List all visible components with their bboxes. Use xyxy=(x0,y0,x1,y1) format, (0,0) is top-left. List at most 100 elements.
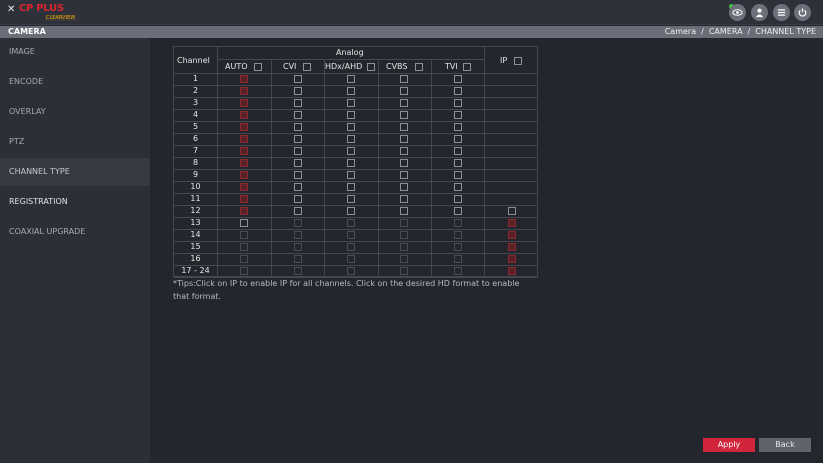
channel-checkbox[interactable] xyxy=(347,207,355,215)
table-hline xyxy=(174,145,537,146)
channel-checkbox[interactable] xyxy=(400,123,408,131)
channel-checkbox xyxy=(347,243,355,251)
channel-number: 11 xyxy=(190,194,201,203)
channel-checkbox[interactable] xyxy=(294,195,302,203)
channel-checkbox[interactable] xyxy=(347,147,355,155)
channel-checkbox[interactable] xyxy=(400,75,408,83)
channel-checkbox[interactable] xyxy=(347,87,355,95)
channel-checkbox[interactable] xyxy=(347,135,355,143)
channel-checkbox[interactable] xyxy=(454,123,462,131)
channel-checkbox[interactable] xyxy=(454,87,462,95)
channel-checkbox[interactable] xyxy=(240,135,248,143)
list-icon[interactable] xyxy=(773,4,790,21)
channel-checkbox[interactable] xyxy=(240,195,248,203)
channel-checkbox[interactable] xyxy=(294,147,302,155)
sidebar-item-encode[interactable]: ENCODE xyxy=(0,68,150,96)
channel-checkbox[interactable] xyxy=(454,111,462,119)
channel-checkbox[interactable] xyxy=(240,99,248,107)
channel-checkbox[interactable] xyxy=(347,99,355,107)
eye-icon[interactable] xyxy=(729,4,746,21)
channel-checkbox[interactable] xyxy=(294,159,302,167)
sidebar-item-coaxial-upgrade[interactable]: COAXIAL UPGRADE xyxy=(0,218,150,246)
channel-checkbox[interactable] xyxy=(240,75,248,83)
channel-checkbox xyxy=(347,267,355,275)
sidebar-item-channel-type[interactable]: CHANNEL TYPE xyxy=(0,158,150,186)
breadcrumb-item[interactable]: CAMERA xyxy=(709,27,743,36)
channel-checkbox[interactable] xyxy=(508,231,516,239)
channel-checkbox[interactable] xyxy=(454,135,462,143)
channel-number: 17 - 24 xyxy=(181,266,210,275)
channel-checkbox[interactable] xyxy=(240,207,248,215)
channel-checkbox[interactable] xyxy=(294,135,302,143)
channel-checkbox[interactable] xyxy=(240,183,248,191)
power-icon[interactable] xyxy=(794,4,811,21)
channel-checkbox[interactable] xyxy=(347,123,355,131)
channel-number: 8 xyxy=(192,158,199,167)
channel-checkbox[interactable] xyxy=(400,195,408,203)
channel-checkbox[interactable] xyxy=(454,207,462,215)
channel-checkbox[interactable] xyxy=(240,111,248,119)
channel-checkbox[interactable] xyxy=(508,255,516,263)
channel-checkbox[interactable] xyxy=(347,111,355,119)
channel-checkbox[interactable] xyxy=(240,219,248,227)
logo-mark: ✕ xyxy=(7,4,16,15)
apply-button[interactable]: Apply xyxy=(703,438,755,452)
cvbs-all-checkbox[interactable] xyxy=(415,63,423,71)
breadcrumb: Camera / CAMERA / CHANNEL TYPE xyxy=(665,26,816,38)
channel-number: 15 xyxy=(190,242,201,251)
channel-checkbox[interactable] xyxy=(508,243,516,251)
channel-checkbox[interactable] xyxy=(347,171,355,179)
channel-checkbox[interactable] xyxy=(508,219,516,227)
channel-checkbox[interactable] xyxy=(454,159,462,167)
channel-checkbox[interactable] xyxy=(294,171,302,179)
channel-checkbox[interactable] xyxy=(294,183,302,191)
channel-checkbox[interactable] xyxy=(347,195,355,203)
channel-checkbox[interactable] xyxy=(347,75,355,83)
channel-checkbox[interactable] xyxy=(454,171,462,179)
channel-checkbox[interactable] xyxy=(508,267,516,275)
channel-checkbox[interactable] xyxy=(454,195,462,203)
channel-number: 4 xyxy=(192,110,199,119)
channel-checkbox[interactable] xyxy=(240,159,248,167)
hdx-ahd-all-checkbox[interactable] xyxy=(367,63,375,71)
channel-checkbox[interactable] xyxy=(454,75,462,83)
channel-checkbox[interactable] xyxy=(454,183,462,191)
channel-checkbox[interactable] xyxy=(400,171,408,179)
breadcrumb-item[interactable]: Camera xyxy=(665,27,696,36)
channel-checkbox[interactable] xyxy=(240,171,248,179)
channel-checkbox xyxy=(454,255,462,263)
channel-checkbox[interactable] xyxy=(400,159,408,167)
channel-checkbox[interactable] xyxy=(400,183,408,191)
channel-checkbox[interactable] xyxy=(294,75,302,83)
back-button[interactable]: Back xyxy=(759,438,811,452)
channel-checkbox[interactable] xyxy=(347,159,355,167)
channel-checkbox[interactable] xyxy=(400,135,408,143)
channel-checkbox[interactable] xyxy=(400,207,408,215)
channel-checkbox[interactable] xyxy=(294,87,302,95)
ip-all-checkbox[interactable] xyxy=(514,57,522,65)
auto-all-checkbox[interactable] xyxy=(254,63,262,71)
sidebar-item-image[interactable]: IMAGE xyxy=(0,38,150,66)
channel-checkbox[interactable] xyxy=(294,111,302,119)
channel-checkbox[interactable] xyxy=(508,207,516,215)
sidebar-item-ptz[interactable]: PTZ xyxy=(0,128,150,156)
tvi-all-checkbox[interactable] xyxy=(463,63,471,71)
channel-checkbox[interactable] xyxy=(294,207,302,215)
channel-checkbox[interactable] xyxy=(454,147,462,155)
channel-checkbox[interactable] xyxy=(240,123,248,131)
channel-checkbox xyxy=(347,255,355,263)
channel-checkbox[interactable] xyxy=(294,123,302,131)
channel-checkbox[interactable] xyxy=(400,99,408,107)
channel-checkbox[interactable] xyxy=(294,99,302,107)
channel-checkbox[interactable] xyxy=(240,87,248,95)
channel-checkbox[interactable] xyxy=(400,147,408,155)
channel-checkbox[interactable] xyxy=(400,111,408,119)
channel-checkbox[interactable] xyxy=(347,183,355,191)
cvi-all-checkbox[interactable] xyxy=(303,63,311,71)
channel-checkbox[interactable] xyxy=(240,147,248,155)
channel-checkbox[interactable] xyxy=(454,99,462,107)
sidebar-item-registration[interactable]: REGISTRATION xyxy=(0,188,150,216)
sidebar-item-overlay[interactable]: OVERLAY xyxy=(0,98,150,126)
channel-checkbox[interactable] xyxy=(400,87,408,95)
user-icon[interactable] xyxy=(751,4,768,21)
